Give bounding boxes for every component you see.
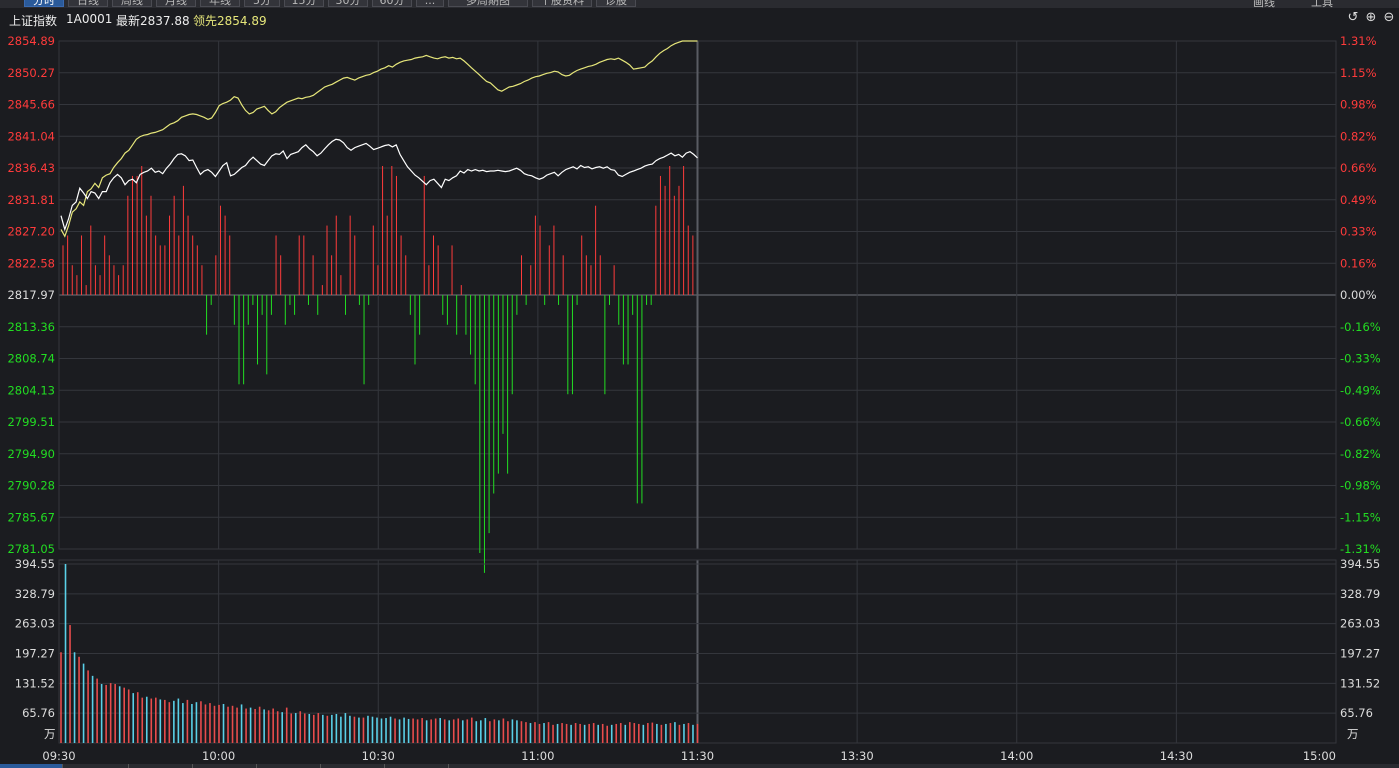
volume-tick-label: 394.55 — [15, 557, 55, 571]
bottom-tab-1[interactable] — [66, 764, 129, 768]
percent-tick-label: 0.16% — [1340, 256, 1377, 270]
volume-tick-label: 394.55 — [1340, 557, 1380, 571]
percent-tick-label: 0.33% — [1340, 225, 1377, 239]
time-tick-label: 11:00 — [521, 749, 554, 763]
percent-tick-label: 0.00% — [1340, 288, 1377, 302]
time-tick-label: 10:00 — [202, 749, 235, 763]
price-tick-label: 2804.13 — [7, 383, 55, 397]
price-tick-label: 2845.66 — [7, 98, 55, 112]
price-tick-label: 2841.04 — [7, 129, 55, 143]
percent-tick-label: -0.16% — [1340, 320, 1381, 334]
percent-tick-label: -0.66% — [1340, 415, 1381, 429]
price-tick-label: 2831.81 — [7, 193, 55, 207]
price-tick-label: 2822.58 — [7, 256, 55, 270]
bottom-tab-0[interactable] — [0, 764, 63, 768]
bottom-tab-5[interactable] — [322, 764, 385, 768]
volume-tick-label: 328.79 — [15, 587, 55, 601]
time-tick-label: 14:30 — [1160, 749, 1193, 763]
price-tick-label: 2808.74 — [7, 352, 55, 366]
volume-tick-label: 263.03 — [15, 617, 55, 631]
percent-tick-label: -0.82% — [1340, 447, 1381, 461]
price-tick-label: 2827.20 — [7, 225, 55, 239]
price-tick-label: 2781.05 — [7, 542, 55, 556]
price-tick-label: 2836.43 — [7, 161, 55, 175]
price-tick-label: 2799.51 — [7, 415, 55, 429]
percent-tick-label: 1.15% — [1340, 66, 1377, 80]
price-tick-label: 2790.28 — [7, 479, 55, 493]
percent-tick-label: -0.98% — [1340, 479, 1381, 493]
volume-unit-label: 万 — [44, 727, 56, 741]
price-tick-label: 2794.90 — [7, 447, 55, 461]
time-tick-label: 15:00 — [1303, 749, 1336, 763]
bottom-tabs — [0, 764, 1399, 768]
volume-tick-label: 65.76 — [22, 706, 55, 720]
percent-tick-label: -1.15% — [1340, 510, 1381, 524]
percent-tick-label: 0.82% — [1340, 129, 1377, 143]
time-tick-label: 14:00 — [1000, 749, 1033, 763]
bottom-tab-4[interactable] — [258, 764, 321, 768]
percent-tick-label: -1.31% — [1340, 542, 1381, 556]
volume-unit-label: 万 — [1347, 727, 1359, 741]
time-tick-label: 11:30 — [681, 749, 714, 763]
volume-tick-label: 263.03 — [1340, 617, 1380, 631]
bottom-tab-2[interactable] — [130, 764, 193, 768]
volume-tick-label: 131.52 — [1340, 676, 1380, 690]
series-line-latest — [60, 138, 698, 232]
volume-tick-label: 197.27 — [15, 647, 55, 661]
price-tick-label: 2854.89 — [7, 34, 55, 48]
time-tick-label: 10:30 — [362, 749, 395, 763]
intraday-chart[interactable]: 2854.89 1.31% 2850.27 1.15% 2845.66 0.98% 2841… — [0, 0, 1399, 768]
time-tick-label: 13:30 — [841, 749, 874, 763]
price-tick-label: 2813.36 — [7, 320, 55, 334]
percent-tick-label: -0.49% — [1340, 383, 1381, 397]
volume-tick-label: 65.76 — [1340, 706, 1373, 720]
price-tick-label: 2785.67 — [7, 510, 55, 524]
bottom-tab-6[interactable] — [386, 764, 449, 768]
price-tick-label: 2850.27 — [7, 66, 55, 80]
volume-tick-label: 328.79 — [1340, 587, 1380, 601]
bottom-tab-3[interactable] — [194, 764, 257, 768]
volume-tick-label: 197.27 — [1340, 647, 1380, 661]
percent-tick-label: 0.49% — [1340, 193, 1377, 207]
time-tick-label: 09:30 — [42, 749, 75, 763]
price-tick-label: 2817.97 — [7, 288, 55, 302]
percent-tick-label: 1.31% — [1340, 34, 1377, 48]
volume-tick-label: 131.52 — [15, 676, 55, 690]
percent-tick-label: 0.98% — [1340, 98, 1377, 112]
percent-tick-label: 0.66% — [1340, 161, 1377, 175]
percent-tick-label: -0.33% — [1340, 352, 1381, 366]
series-line-leader — [60, 40, 698, 238]
